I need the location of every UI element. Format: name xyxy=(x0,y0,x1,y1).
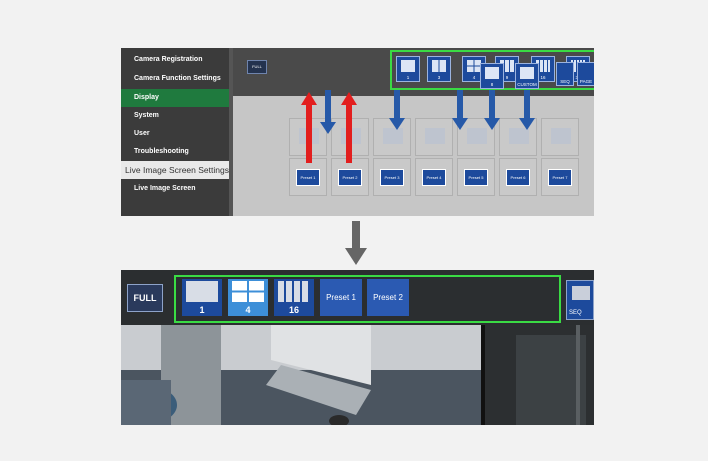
drag-arrows xyxy=(301,90,535,163)
preset-2-button[interactable]: Preset 2 xyxy=(367,279,409,316)
blue-down-arrow-icon xyxy=(389,90,405,130)
layout-16-button[interactable]: 16 xyxy=(274,279,314,316)
layout-1-label: 1 xyxy=(199,305,205,315)
blue-down-arrow-icon xyxy=(452,90,468,130)
layout-1-icon xyxy=(186,281,218,302)
layout-4-button[interactable]: 4 xyxy=(228,279,268,316)
blue-down-arrow-icon xyxy=(320,90,336,134)
live-view-toolbar: FULL 1 4 16 Preset 1 Preset 2 SEQ xyxy=(121,270,594,325)
layout-4-label: 4 xyxy=(245,305,251,315)
layout-16-label: 16 xyxy=(288,305,299,315)
seq-label: SEQ xyxy=(569,310,582,316)
seq-icon xyxy=(572,286,590,300)
down-arrow-icon xyxy=(345,221,367,265)
layout-16-icon xyxy=(278,281,310,302)
camera-feed-image xyxy=(121,325,594,425)
preset-1-button[interactable]: Preset 1 xyxy=(320,279,362,316)
blue-down-arrow-icon xyxy=(519,90,535,130)
layout-4-icon xyxy=(232,281,264,302)
red-up-arrow-icon xyxy=(341,92,357,163)
blue-down-arrow-icon xyxy=(484,90,500,130)
layout-1-button[interactable]: 1 xyxy=(182,279,222,316)
settings-screenshot-panel: Camera Registration Camera Function Sett… xyxy=(121,48,594,216)
full-button[interactable]: FULL xyxy=(127,284,163,312)
live-view-screenshot-panel: FULL 1 4 16 Preset 1 Preset 2 SEQ xyxy=(121,270,594,425)
seq-button[interactable]: SEQ xyxy=(566,280,594,320)
red-up-arrow-icon xyxy=(301,92,317,163)
